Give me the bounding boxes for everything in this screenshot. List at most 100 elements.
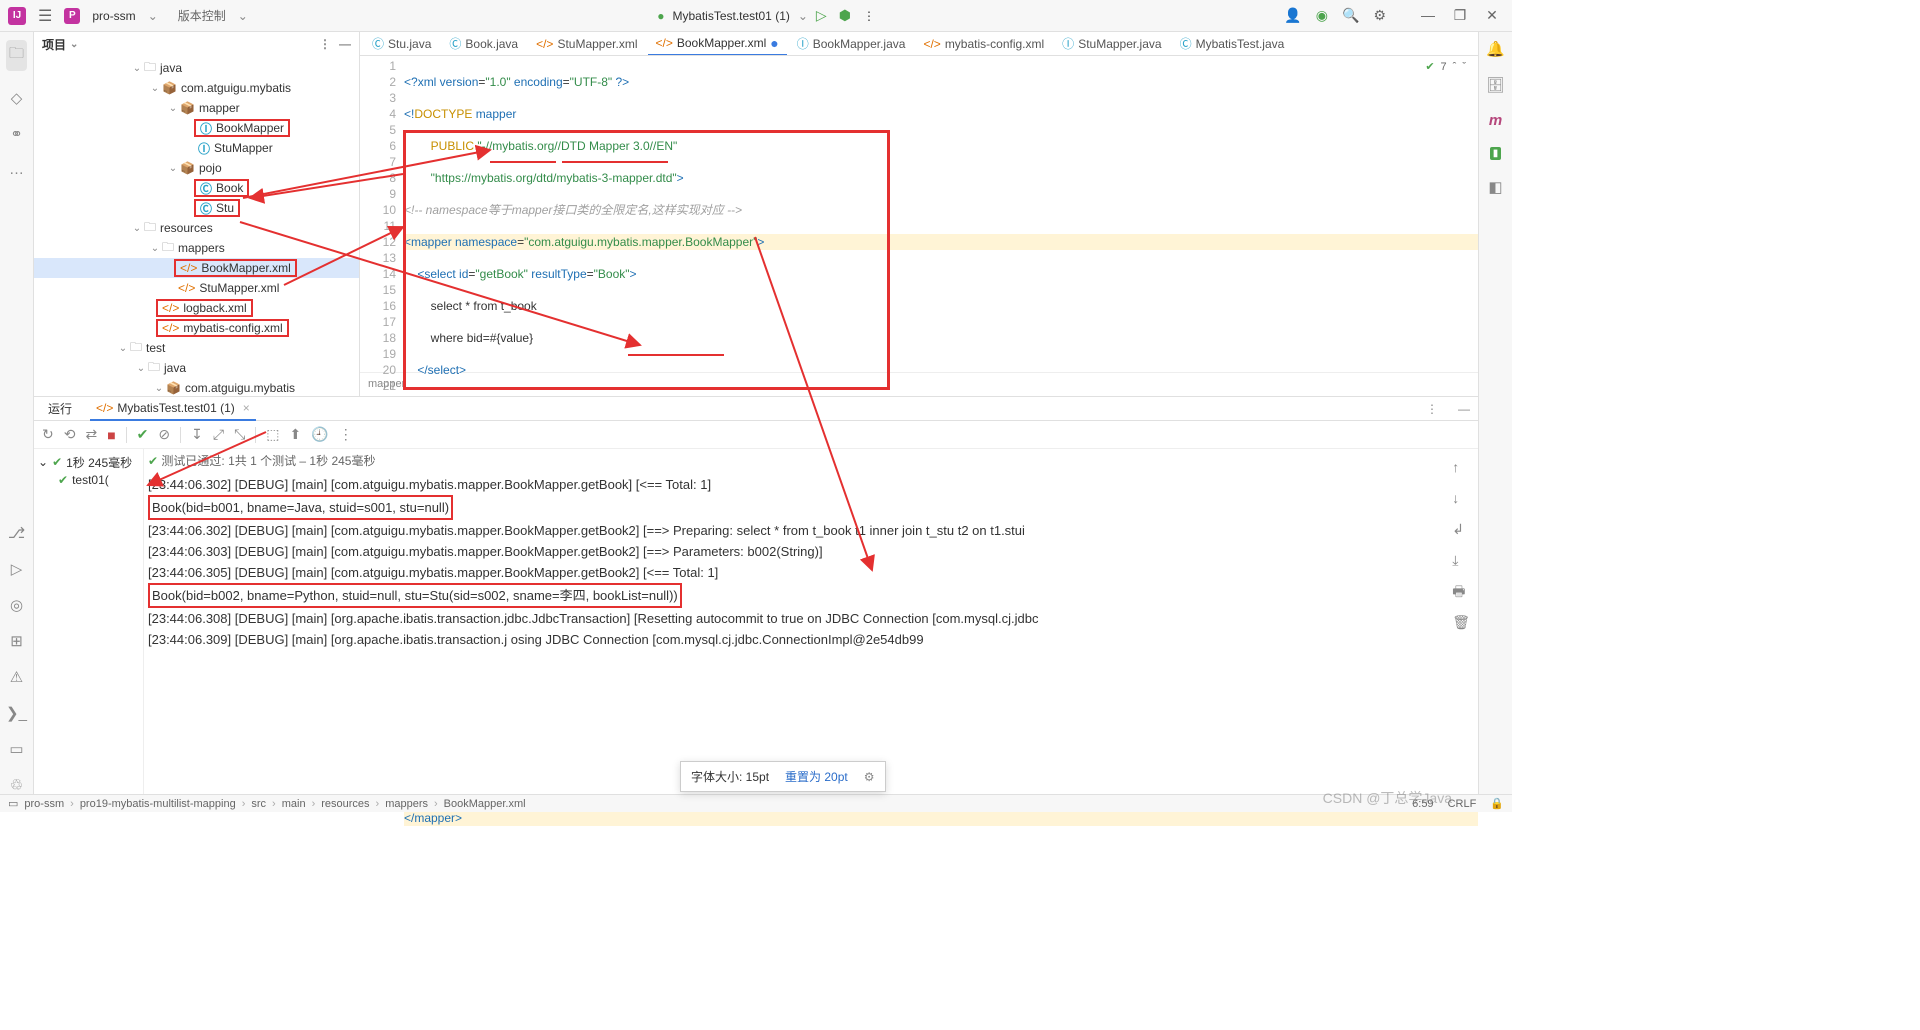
tree-folder-java2[interactable]: java	[164, 361, 186, 375]
user-icon[interactable]: 👤	[1284, 7, 1301, 24]
tab-stu-java[interactable]: ⒸStu.java	[364, 32, 439, 56]
console[interactable]: ✔ 测试已通过: 1共 1 个测试 – 1秒 245毫秒 [23:44:06.3…	[144, 449, 1478, 794]
tree-item-stu[interactable]: Stu	[216, 201, 234, 215]
tree-item-logback[interactable]: logback.xml	[183, 301, 246, 315]
show-ignored-icon[interactable]: ⊘	[158, 426, 170, 443]
maven-m-icon[interactable]: m	[1489, 112, 1502, 129]
build-icon[interactable]: ▭	[9, 740, 23, 758]
tree-folder-java[interactable]: java	[160, 61, 182, 75]
panel-hide-icon[interactable]: —	[339, 37, 351, 51]
main-menu-icon[interactable]: ☰	[38, 6, 52, 26]
sort-icon[interactable]: ↧	[191, 426, 203, 443]
tree-item-stumapper[interactable]: StuMapper	[214, 141, 273, 155]
run-tool-icon[interactable]: ▷	[11, 560, 23, 578]
soft-wrap-icon[interactable]: ↲	[1452, 519, 1470, 540]
vcs-tool-icon[interactable]: ♲	[10, 776, 23, 794]
tree-pkg-mybatis[interactable]: com.atguigu.mybatis	[181, 81, 291, 95]
more-tools-icon[interactable]: …	[9, 161, 24, 178]
breadcrumb-item[interactable]: resources	[321, 798, 369, 810]
print-icon[interactable]: 🖶	[1452, 581, 1470, 602]
services-icon[interactable]: ⊞	[10, 632, 23, 650]
tree-item-stumapper-xml[interactable]: StuMapper.xml	[199, 281, 279, 295]
update-icon[interactable]: ◉	[1316, 7, 1328, 24]
tree-item-bookmapper[interactable]: BookMapper	[216, 121, 284, 135]
project-tool-icon[interactable]: 🗀	[6, 40, 27, 71]
status-menu-icon[interactable]: ▭	[8, 797, 18, 810]
database-icon[interactable]: 🗄	[1486, 76, 1505, 94]
scroll-down-icon[interactable]: ↓	[1452, 488, 1470, 509]
debug-icon[interactable]: ⬢	[839, 7, 851, 24]
project-panel-header[interactable]: 项目⌄ ⋮ —	[34, 32, 359, 56]
tree-folder-test[interactable]: test	[146, 341, 165, 355]
chevron-down-icon[interactable]: ⌄	[148, 9, 158, 23]
stop-icon[interactable]: ■	[107, 427, 115, 443]
toggle-auto-icon[interactable]: ⇄	[85, 426, 97, 443]
rerun-icon[interactable]: ↻	[42, 426, 54, 443]
tab-bookmapper-java[interactable]: ⒾBookMapper.java	[789, 32, 914, 56]
run-tab-test[interactable]: </>MybatisTest.test01 (1)×	[90, 397, 256, 421]
run-hide-icon[interactable]: —	[1458, 402, 1470, 416]
breadcrumb-item[interactable]: src	[251, 798, 266, 810]
import-icon[interactable]: ⬚	[266, 426, 279, 443]
breadcrumb-item[interactable]: mappers	[385, 798, 428, 810]
more-toolbar-icon[interactable]: ⋮	[339, 426, 353, 443]
debug-tool-icon[interactable]: ◎	[10, 596, 23, 614]
export-icon[interactable]: ⬆	[290, 426, 302, 443]
vcs-menu[interactable]: 版本控制	[178, 7, 226, 24]
test-tree[interactable]: ⌄✔1秒 245毫秒 ✔test01(	[34, 449, 144, 794]
maximize-button[interactable]: ❐	[1448, 7, 1472, 24]
font-popup-settings-icon[interactable]: ⚙	[864, 770, 875, 784]
run-config-selector[interactable]: MybatisTest.test01 (1)	[672, 9, 789, 23]
run-more-icon[interactable]: ⋮	[1426, 402, 1438, 416]
tree-item-bookmapper-xml[interactable]: BookMapper.xml	[201, 261, 290, 275]
chevron-down-icon[interactable]: ⌄	[238, 9, 248, 23]
show-passed-icon[interactable]: ✔	[137, 426, 149, 443]
git-icon[interactable]: ⎇	[8, 524, 25, 542]
tab-stumapper-xml[interactable]: </>StuMapper.xml	[528, 32, 645, 56]
tab-book-java[interactable]: ⒸBook.java	[441, 32, 526, 56]
status-padlock-icon[interactable]: 🔒	[1490, 797, 1504, 810]
panel-more-icon[interactable]: ⋮	[319, 37, 331, 51]
clear-icon[interactable]: 🗑	[1452, 612, 1470, 633]
collapse-icon[interactable]: ⤡	[234, 426, 245, 443]
run-icon[interactable]: ▷	[816, 7, 827, 24]
code-content[interactable]: <?xml version="1.0" encoding="UTF-8" ?> …	[404, 56, 1478, 372]
breadcrumb-item[interactable]: pro-ssm	[24, 798, 64, 810]
tree-pkg-mapper[interactable]: mapper	[199, 101, 240, 115]
tree-folder-mappers[interactable]: mappers	[178, 241, 225, 255]
terminal-icon[interactable]: ❯_	[6, 704, 27, 722]
coverage-hl-icon[interactable]: ▮	[1490, 147, 1502, 160]
test-name[interactable]: test01(	[72, 473, 109, 487]
coverage-icon[interactable]: ◧	[1488, 178, 1502, 196]
tree-pkg-mybatis2[interactable]: com.atguigu.mybatis	[185, 381, 295, 395]
chevron-down-icon[interactable]: ⌄	[798, 9, 808, 23]
breadcrumb-item[interactable]: pro19-mybatis-multilist-mapping	[80, 798, 236, 810]
tab-mybatis-config[interactable]: </>mybatis-config.xml	[915, 32, 1052, 56]
scroll-end-icon[interactable]: ⤓	[1452, 550, 1470, 571]
breadcrumb-item[interactable]: BookMapper.xml	[444, 798, 526, 810]
tab-mybatistest-java[interactable]: ⒸMybatisTest.java	[1172, 32, 1293, 56]
settings-icon[interactable]: ⚙	[1373, 7, 1386, 24]
minimize-button[interactable]: —	[1416, 7, 1440, 24]
font-reset-link[interactable]: 重置为 20pt	[785, 768, 848, 785]
structure-icon[interactable]: ⚭	[10, 125, 23, 143]
bookmarks-icon[interactable]: ◇	[11, 89, 23, 107]
scroll-up-icon[interactable]: ↑	[1452, 457, 1470, 478]
rerun-failed-icon[interactable]: ⟲	[64, 426, 76, 443]
tree-item-book[interactable]: Book	[216, 181, 243, 195]
code-editor[interactable]: ✔7ˆˇ 12345678910111213141516171819202122…	[360, 56, 1478, 372]
tree-item-mybatis-config[interactable]: mybatis-config.xml	[183, 321, 282, 335]
more-icon[interactable]: ⋮	[863, 9, 875, 23]
run-tab-run[interactable]: 运行	[42, 397, 78, 421]
tree-pkg-pojo[interactable]: pojo	[199, 161, 222, 175]
history-icon[interactable]: 🕘	[311, 426, 328, 443]
problems-icon[interactable]: ⚠	[10, 668, 23, 686]
expand-icon[interactable]: ⤢	[213, 426, 224, 443]
tab-bookmapper-xml[interactable]: </>BookMapper.xml●	[648, 32, 787, 56]
notifications-icon[interactable]: 🔔	[1486, 40, 1505, 58]
project-name[interactable]: pro-ssm	[92, 9, 135, 23]
search-icon[interactable]: 🔍	[1342, 7, 1359, 24]
tree-folder-resources[interactable]: resources	[160, 221, 213, 235]
close-button[interactable]: ✕	[1480, 7, 1504, 24]
breadcrumb-item[interactable]: main	[282, 798, 306, 810]
